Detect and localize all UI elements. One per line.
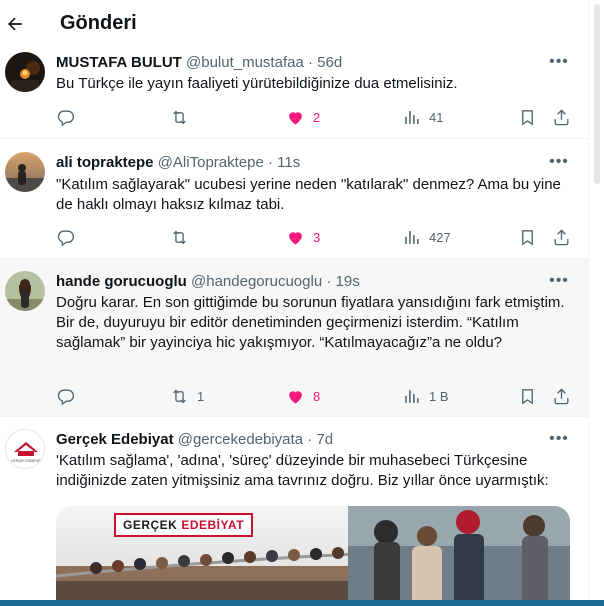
share-icon [554, 228, 569, 245]
views-button[interactable]: 427 [402, 227, 451, 247]
author-name[interactable]: MUSTAFA BULUT [56, 54, 182, 71]
views-icon [405, 230, 419, 244]
scrollbar-thumb[interactable] [594, 4, 600, 184]
retweet-button[interactable] [170, 107, 189, 127]
separator-dot: · [307, 431, 313, 448]
avatar[interactable] [5, 52, 45, 92]
separator-dot: · [326, 273, 332, 290]
taskbar-edge [0, 600, 604, 606]
share-icon [554, 387, 569, 404]
reply-icon [57, 109, 75, 126]
author-handle[interactable]: @bulut_mustafaa [186, 54, 304, 71]
reply-tweet[interactable]: ali topraktepe @AliTopraktepe · 11s ••• … [0, 138, 588, 258]
logo-text-secondary: EDEBİYAT [181, 518, 245, 532]
retweet-count: 1 [197, 388, 205, 404]
timestamp[interactable]: 11s [277, 154, 300, 171]
like-button[interactable]: 8 [286, 386, 320, 406]
like-count: 3 [313, 229, 321, 245]
avatar[interactable] [5, 271, 45, 311]
like-button[interactable]: 2 [286, 107, 320, 127]
author-handle[interactable]: @handegorucuoglu [191, 273, 322, 290]
media-logo: GERÇEK EDEBİYAT [114, 513, 254, 537]
separator-dot: · [307, 54, 313, 71]
retweet-icon [173, 389, 186, 403]
page-title: Gönderi [60, 12, 137, 34]
tweet-media-image[interactable]: GERÇEK EDEBİYAT [56, 506, 570, 606]
reply-button[interactable] [56, 107, 75, 127]
author-name[interactable]: Gerçek Edebiyat [56, 431, 174, 448]
views-count: 427 [429, 229, 451, 245]
tweet-header: Gerçek Edebiyat @gercekedebiyata · 7d [56, 431, 333, 448]
reply-button[interactable] [56, 386, 75, 406]
reply-tweet[interactable]: MUSTAFA BULUT @bulut_mustafaa · 56d ••• … [0, 40, 588, 138]
author-handle[interactable]: @gercekedebiyata [178, 431, 303, 448]
tweet-header: ali topraktepe @AliTopraktepe · 11s [56, 154, 300, 171]
views-icon [405, 110, 419, 124]
separator-dot: · [268, 154, 273, 171]
action-bar: 1 8 1 B [56, 386, 576, 406]
action-bar: 3 427 [56, 227, 576, 247]
heart-icon [289, 111, 302, 125]
bookmark-button[interactable] [518, 107, 537, 127]
share-button[interactable] [552, 227, 571, 247]
like-count: 2 [313, 109, 321, 125]
avatar[interactable]: GERÇEK EDEBİYAT [5, 429, 45, 469]
retweet-button[interactable] [170, 227, 189, 247]
retweet-button[interactable]: 1 [170, 386, 204, 406]
views-button[interactable]: 41 [402, 107, 443, 127]
like-button[interactable]: 3 [286, 227, 320, 247]
views-button[interactable]: 1 B [402, 386, 449, 406]
timestamp[interactable]: 56d [317, 54, 342, 71]
logo-text-primary: GERÇEK [123, 518, 178, 532]
back-button[interactable] [4, 9, 26, 39]
author-name[interactable]: hande gorucuoglu [56, 273, 187, 290]
arrow-left-icon [8, 17, 22, 31]
tweet-text: Bu Türkçe ile yayın faaliyeti yürütebild… [56, 75, 458, 92]
tweet-text: 'Katılım sağlama', 'adına', 'süreç' düze… [56, 452, 549, 489]
timestamp[interactable]: 19s [336, 273, 360, 290]
more-icon: ••• [549, 272, 569, 289]
bookmark-button[interactable] [518, 227, 537, 247]
heart-icon [289, 231, 302, 245]
heart-icon [289, 390, 302, 404]
share-button[interactable] [552, 107, 571, 127]
avatar[interactable] [5, 152, 45, 192]
views-count: 1 B [429, 388, 449, 404]
bookmark-button[interactable] [518, 386, 537, 406]
retweet-icon [173, 230, 186, 244]
scrollbar[interactable] [590, 0, 604, 606]
more-icon: ••• [549, 53, 569, 70]
author-handle[interactable]: @AliTopraktepe [158, 154, 264, 171]
more-button[interactable]: ••• [549, 52, 569, 72]
reply-tweet[interactable]: hande gorucuoglu @handegorucuoglu · 19s … [0, 258, 588, 416]
more-icon: ••• [549, 430, 569, 447]
bookmark-icon [522, 229, 533, 246]
views-count: 41 [429, 109, 444, 125]
reply-icon [57, 388, 75, 405]
action-bar: 2 41 [56, 107, 576, 127]
tweet-header: hande gorucuoglu @handegorucuoglu · 19s [56, 273, 360, 290]
bookmark-icon [522, 388, 533, 405]
retweet-icon [173, 110, 186, 124]
more-button[interactable]: ••• [549, 271, 569, 291]
bookmark-icon [522, 109, 533, 126]
tweet-header: MUSTAFA BULUT @bulut_mustafaa · 56d [56, 54, 342, 71]
avatar-caption: GERÇEK EDEBİYAT [11, 458, 41, 463]
timestamp[interactable]: 7d [316, 431, 333, 448]
post-thread-page: Gönderi MUSTAFA BULUT @bulut_mustafaa · … [0, 0, 589, 606]
more-icon: ••• [549, 153, 569, 170]
reply-button[interactable] [56, 227, 75, 247]
share-icon [554, 108, 569, 125]
share-button[interactable] [552, 386, 571, 406]
more-button[interactable]: ••• [549, 152, 569, 172]
views-icon [405, 389, 419, 403]
author-name[interactable]: ali topraktepe [56, 154, 154, 171]
reply-icon [57, 229, 75, 246]
like-count: 8 [313, 388, 321, 404]
tweet-text: "Katılım sağlayarak" ucubesi yerine nede… [56, 176, 561, 213]
tweet-text: Doğru karar. En son gittiğimde bu sorunu… [56, 294, 565, 351]
more-button[interactable]: ••• [549, 429, 569, 449]
